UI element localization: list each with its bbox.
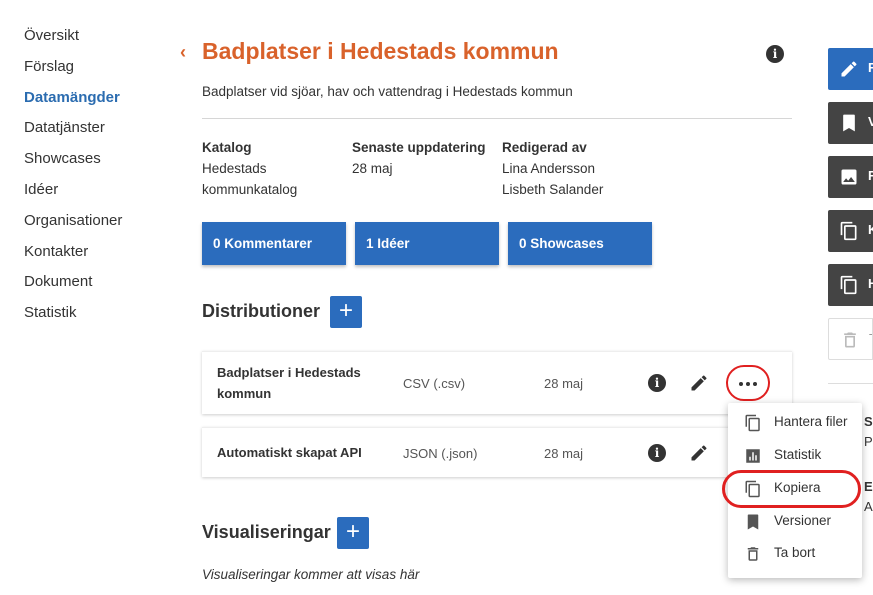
distribution-name-line: Automatiskt skapat API <box>217 445 362 460</box>
visualizations-empty-text: Visualiseringar kommer att visas här <box>202 567 420 582</box>
pencil-icon <box>841 61 857 77</box>
divider <box>202 118 792 119</box>
right-panel-text: E <box>864 479 873 494</box>
nav-item-datamangder[interactable]: Datamängder <box>24 86 122 117</box>
showcases-button[interactable]: 0 Showcases <box>508 222 652 265</box>
copy-icon <box>745 480 760 498</box>
dot <box>753 382 757 386</box>
menu-item-kopiera[interactable]: Kopiera <box>728 474 862 504</box>
right-action-button-files[interactable]: H <box>828 264 873 306</box>
meta-edited-label: Redigerad av <box>502 140 587 155</box>
dataset-description: Badplatser vid sjöar, hav och vattendrag… <box>202 84 573 99</box>
image-icon <box>841 169 857 185</box>
distribution-actions-menu: Hantera filer Statistik Kopiera Versione… <box>728 403 862 578</box>
menu-item-label: Kopiera <box>774 480 821 495</box>
right-action-label: K <box>868 222 873 237</box>
nav-item-showcases[interactable]: Showcases <box>24 147 122 178</box>
info-icon[interactable]: i <box>766 45 784 63</box>
page-title: Badplatser i Hedestads kommun <box>202 38 559 64</box>
copy-icon <box>840 221 857 241</box>
meta-catalog-value-2: kommunkatalog <box>202 182 298 197</box>
dot <box>746 382 750 386</box>
side-nav: Översikt Förslag Datamängder Datatjänste… <box>24 24 122 332</box>
add-visualization-button[interactable]: + <box>337 517 369 549</box>
right-action-button-edit[interactable]: R <box>828 48 873 90</box>
visualizations-title: Visualiseringar <box>202 522 331 542</box>
back-chevron-icon[interactable]: ‹ <box>180 42 186 63</box>
files-icon <box>745 414 760 432</box>
dot <box>739 382 743 386</box>
info-icon[interactable]: i <box>648 374 666 392</box>
right-action-label: T <box>869 331 872 346</box>
menu-item-statistik[interactable]: Statistik <box>728 441 862 471</box>
nav-item-organisationer[interactable]: Organisationer <box>24 209 122 240</box>
files-icon <box>840 275 857 295</box>
meta-catalog-value-1: Hedestads <box>202 161 267 176</box>
menu-item-label: Hantera filer <box>774 414 848 429</box>
pencil-icon[interactable] <box>689 443 709 463</box>
right-action-label: R <box>868 60 873 75</box>
trash-icon <box>844 332 856 348</box>
menu-item-label: Versioner <box>774 513 832 528</box>
meta-catalog-label: Katalog <box>202 140 252 155</box>
distribution-row[interactable]: Automatiskt skapat API JSON (.json) 28 m… <box>202 427 792 477</box>
meta-updated-label: Senaste uppdatering <box>352 140 486 155</box>
right-panel-text: A <box>864 499 873 514</box>
menu-item-hantera-filer[interactable]: Hantera filer <box>728 408 862 438</box>
distribution-name-line: Badplatser i Hedestads <box>217 365 361 380</box>
comments-button[interactable]: 0 Kommentarer <box>202 222 346 265</box>
more-actions-button[interactable] <box>726 365 770 401</box>
add-distribution-button[interactable]: + <box>330 296 362 328</box>
right-panel-text: P <box>864 434 873 449</box>
nav-item-dokument[interactable]: Dokument <box>24 270 122 301</box>
distribution-row[interactable]: Badplatser i Hedestads kommun CSV (.csv)… <box>202 351 792 414</box>
right-action-button-versions[interactable]: V <box>828 102 873 144</box>
nav-item-datatjanster[interactable]: Datatjänster <box>24 116 122 147</box>
distribution-name-line: kommun <box>217 386 272 401</box>
meta-updated: Senaste uppdatering 28 maj <box>352 137 486 179</box>
distributions-title: Distributioner <box>202 301 321 321</box>
right-action-button-delete[interactable]: T <box>828 318 873 360</box>
menu-item-versioner[interactable]: Versioner <box>728 507 862 537</box>
right-action-label: V <box>868 114 873 129</box>
right-action-button-image[interactable]: F <box>828 156 873 198</box>
trash-icon <box>747 547 759 561</box>
bar-chart-icon <box>746 449 760 463</box>
menu-item-label: Statistik <box>774 447 822 462</box>
meta-edited-value-1: Lina Andersson <box>502 161 596 176</box>
meta-edited-value-2: Lisbeth Salander <box>502 182 604 197</box>
divider <box>828 383 873 384</box>
right-action-label: H <box>868 276 873 291</box>
bookmark-icon <box>747 514 759 530</box>
nav-item-oversikt[interactable]: Översikt <box>24 24 122 55</box>
distribution-format: CSV (.csv) <box>403 376 466 391</box>
distribution-format: JSON (.json) <box>403 446 478 461</box>
distribution-name: Badplatser i Hedestads kommun <box>217 362 361 404</box>
nav-item-ideer[interactable]: Idéer <box>24 178 122 209</box>
meta-catalog: Katalog Hedestads kommunkatalog <box>202 137 297 200</box>
nav-item-statistik[interactable]: Statistik <box>24 301 122 332</box>
menu-item-ta-bort[interactable]: Ta bort <box>728 539 862 569</box>
right-action-label: F <box>868 168 873 183</box>
menu-item-label: Ta bort <box>774 545 816 560</box>
nav-item-forslag[interactable]: Förslag <box>24 55 122 86</box>
distribution-name: Automatiskt skapat API <box>217 442 362 463</box>
right-panel-text: S <box>864 414 873 429</box>
bookmark-icon <box>843 114 855 132</box>
nav-item-kontakter[interactable]: Kontakter <box>24 240 122 271</box>
ideas-button[interactable]: 1 Idéer <box>355 222 499 265</box>
pencil-icon[interactable] <box>689 373 709 393</box>
distribution-date: 28 maj <box>544 376 584 391</box>
right-action-button-copy[interactable]: K <box>828 210 873 252</box>
distribution-date: 28 maj <box>544 446 584 461</box>
meta-updated-value: 28 maj <box>352 161 393 176</box>
meta-edited: Redigerad av Lina Andersson Lisbeth Sala… <box>502 137 603 200</box>
info-icon[interactable]: i <box>648 444 666 462</box>
